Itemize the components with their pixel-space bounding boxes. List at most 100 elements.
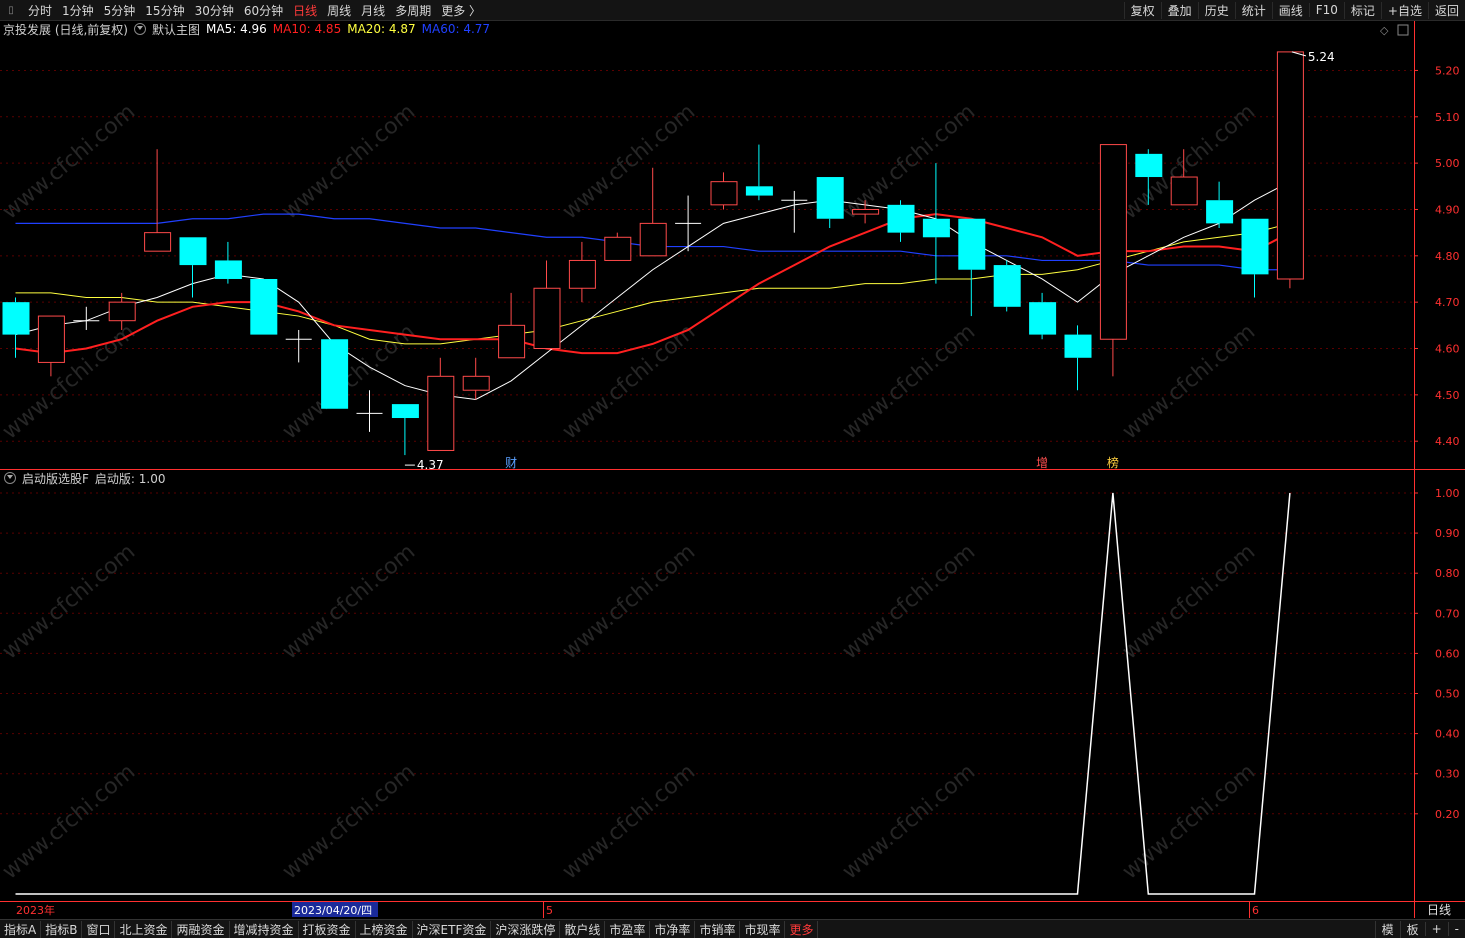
- event-marker: 增: [1036, 456, 1048, 470]
- candle-body: [1276, 51, 1304, 280]
- candle-body: [427, 375, 455, 451]
- indicator-tab[interactable]: 北上资金: [115, 920, 173, 938]
- indicator-tab[interactable]: 窗口: [82, 920, 116, 938]
- year-label: 2023年: [16, 903, 55, 917]
- ma5-label: MA5: 4.96: [206, 22, 267, 36]
- indicator-tab[interactable]: 两融资金: [172, 920, 230, 938]
- indicator-tick-label: 0.50: [1435, 688, 1460, 701]
- indicator-tab[interactable]: 指标A: [0, 920, 42, 938]
- candle-body: [1029, 302, 1057, 335]
- cursor-date: 2023/04/20/四: [294, 904, 372, 917]
- indicator-tick-label: 0.20: [1435, 808, 1460, 821]
- toolbar-right-buttons: 复权 叠加 历史 统计 画线 F10 标记 +自选 返回: [1123, 0, 1465, 20]
- bottom-right-button[interactable]: 板: [1399, 920, 1425, 938]
- signal-line: [15, 492, 1291, 895]
- event-marker: 榜: [1107, 455, 1119, 470]
- toolbar-button[interactable]: F10: [1308, 3, 1344, 17]
- period-tab[interactable]: 30分钟: [190, 2, 239, 19]
- period-tabs: 分时 1分钟 5分钟 15分钟 30分钟 60分钟 日线 周线 月线 多周期 更多 〉: [23, 2, 486, 19]
- candle-body: [958, 218, 986, 270]
- period-tab[interactable]: 多周期: [390, 2, 436, 19]
- toolbar-button[interactable]: 标记: [1343, 1, 1381, 19]
- price-tick-label: 5.20: [1435, 64, 1460, 77]
- price-tick-label: 5.10: [1435, 111, 1460, 124]
- toolbar-button[interactable]: 画线: [1271, 1, 1309, 19]
- price-tick-label: 4.80: [1435, 250, 1460, 263]
- watermark: www.cfchi.com: [1118, 539, 1260, 664]
- indicator-toggle-icon[interactable]: [134, 23, 146, 35]
- bottom-right-buttons: 模板 + -: [1374, 920, 1465, 938]
- indicator-tab[interactable]: 市盈率: [605, 920, 651, 938]
- ma5-line: [15, 181, 1291, 401]
- indicator-tabs: 指标A 指标B 窗口 北上资金 两融资金 增减持资金 打板资金 上榜资金 沪深ETF资金 沪深涨跌…: [0, 920, 819, 938]
- period-tab[interactable]: 60分钟: [239, 2, 288, 19]
- ma10-label: MA10: 4.85: [272, 22, 342, 36]
- period-tab[interactable]: 更多 〉: [436, 2, 486, 19]
- toolbar-button[interactable]: 返回: [1427, 1, 1465, 19]
- toolbar-button[interactable]: 统计: [1234, 1, 1272, 19]
- stock-title: 京投发展 (日线,前复权): [3, 22, 128, 37]
- candle-body: [498, 324, 526, 359]
- indicator-tab[interactable]: 打板资金: [299, 920, 356, 938]
- period-tab[interactable]: 1分钟: [57, 2, 99, 19]
- indicator-tab[interactable]: 市现率: [740, 920, 786, 938]
- watermark: www.cfchi.com: [0, 539, 140, 664]
- watermark: www.cfchi.com: [838, 539, 980, 664]
- indicator-tick-label: 1.00: [1435, 487, 1460, 500]
- watermark: www.cfchi.com: [558, 99, 700, 224]
- indicator-tab[interactable]: 沪深ETF资金: [413, 920, 492, 938]
- watermark: www.cfchi.com: [1118, 319, 1260, 444]
- top-toolbar: ▯ 分时 1分钟 5分钟 15分钟 30分钟 60分钟 日线 周线 月线 多周期 更多 〉 复权 叠加…: [0, 0, 1465, 21]
- menu-icon[interactable]: ▯: [3, 2, 19, 18]
- bottom-right-button[interactable]: 模: [1374, 920, 1400, 938]
- indicator-tick-label: 0.90: [1435, 527, 1460, 540]
- diamond-icon: ◇: [1380, 24, 1389, 37]
- candle-body: [639, 222, 667, 257]
- period-tab[interactable]: 月线: [356, 2, 390, 19]
- period-tab[interactable]: 日线: [288, 2, 322, 19]
- period-tab[interactable]: 周线: [322, 2, 356, 19]
- candle-body: [922, 218, 950, 238]
- period-tab[interactable]: 5分钟: [99, 2, 141, 19]
- month-label: 5: [546, 904, 553, 917]
- indicator-name[interactable]: 默认主图: [152, 21, 200, 38]
- low-price-marker: 4.37: [417, 458, 444, 472]
- candle-body: [2, 302, 30, 335]
- toolbar-button[interactable]: +自选: [1380, 1, 1428, 19]
- price-tick-label: 4.90: [1435, 203, 1460, 216]
- indicator-tab[interactable]: 散户线: [560, 920, 606, 938]
- candle-body: [887, 204, 915, 233]
- watermark: www.cfchi.com: [1118, 99, 1260, 224]
- indicator-tab[interactable]: 指标B: [41, 920, 83, 938]
- indicator-tab[interactable]: 增减持资金: [230, 920, 299, 938]
- candle-body: [533, 287, 561, 350]
- indicator-tab[interactable]: 更多: [785, 920, 819, 938]
- bottom-right-button[interactable]: +: [1424, 922, 1448, 936]
- candle-body: [250, 278, 278, 335]
- indicator-tick-label: 0.60: [1435, 647, 1460, 660]
- indicator-tab[interactable]: 沪深涨跌停: [491, 920, 561, 938]
- indicator-tab[interactable]: 市销率: [695, 920, 741, 938]
- period-tab[interactable]: 15分钟: [140, 2, 189, 19]
- indicator-tab[interactable]: 市净率: [650, 920, 696, 938]
- sub-indicator-toggle-icon[interactable]: [4, 472, 16, 484]
- bottom-right-button[interactable]: -: [1447, 922, 1465, 936]
- indicator-tab[interactable]: 上榜资金: [356, 920, 413, 938]
- ma60-label: MA60: 4.77: [421, 22, 491, 36]
- indicator-tick-label: 0.80: [1435, 567, 1460, 580]
- candle-body: [745, 186, 773, 196]
- event-marker: 财: [505, 456, 517, 470]
- chart-area[interactable]: 5.20 5.10 5.00 4.90 4.80 4.70 4.60 4.50 4.40 1.00…: [0, 0, 1465, 919]
- ma10-line: [15, 213, 1291, 355]
- toolbar-button[interactable]: 历史: [1197, 1, 1235, 19]
- toolbar-button[interactable]: 叠加: [1160, 1, 1198, 19]
- sub-chart-info: 启动版选股F 启动版: 1.00: [0, 470, 171, 486]
- watermark: www.cfchi.com: [838, 319, 980, 444]
- toolbar-button[interactable]: 复权: [1123, 1, 1161, 19]
- candle-body: [568, 259, 596, 289]
- watermark: www.cfchi.com: [558, 759, 700, 884]
- period-tab[interactable]: 分时: [23, 2, 57, 19]
- watermark: www.cfchi.com: [278, 99, 420, 224]
- candle-body: [462, 375, 490, 391]
- sub-indicator-name[interactable]: 启动版选股F: [22, 470, 89, 487]
